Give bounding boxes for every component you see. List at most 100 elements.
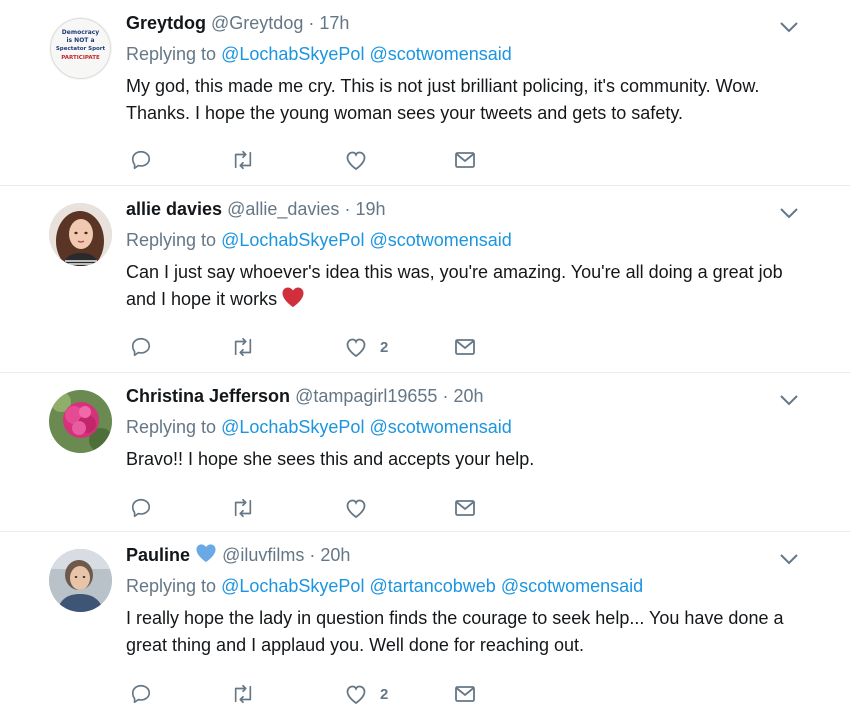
badge-line4: PARTICIPATE [61,55,100,61]
mention-link[interactable]: @LochabSkyePol [221,576,364,596]
retweet-button[interactable] [230,496,256,520]
blue-heart-emoji-icon [196,544,216,563]
like-button[interactable]: 2 [344,682,388,706]
replying-to: Replying to @LochabSkyePol @scotwomensai… [126,414,790,440]
replying-label: Replying to [126,576,217,596]
like-count: 2 [380,685,389,703]
separator-dot: · [308,13,315,33]
separator-dot: · [344,199,351,219]
reply-button[interactable] [130,148,152,172]
reply-icon [131,337,151,357]
like-count: 2 [380,338,389,356]
heart-icon [346,151,366,171]
mention-link[interactable]: @scotwomensaid [369,417,511,437]
mention-link[interactable]: @scotwomensaid [369,230,511,250]
avatar[interactable] [49,203,112,266]
chevron-down-icon[interactable] [779,206,799,220]
avatar[interactable] [49,549,112,612]
tweet-header: Greytdog @Greytdog · 17h [126,10,790,36]
direct-message-button[interactable] [454,148,476,172]
retweet-icon [234,337,252,357]
tweet-header: Pauline @iluvfilms · 20h [126,542,790,568]
user-name[interactable]: allie davies [126,199,222,219]
tweet-text: Can I just say whoever's idea this was, … [126,259,790,313]
tweet[interactable]: Democracy is NOT a Spectator Sport PARTI… [0,0,850,186]
red-heart-emoji-icon [282,287,304,307]
tweet[interactable]: Christina Jefferson @tampagirl19655 · 20… [0,373,850,532]
chevron-down-icon[interactable] [779,393,799,407]
badge-line2: is NOT a [66,37,94,44]
tweet-text: My god, this made me cry. This is not ju… [126,76,760,123]
retweet-icon [234,684,252,704]
direct-message-button[interactable] [454,496,476,520]
timestamp[interactable]: 19h [355,199,385,219]
tweet-header: Christina Jefferson @tampagirl19655 · 20… [126,383,790,409]
avatar[interactable] [49,390,112,453]
timestamp[interactable]: 17h [319,13,349,33]
reply-icon [131,150,151,170]
envelope-icon [455,339,475,355]
like-button[interactable] [344,496,380,520]
tweet[interactable]: Pauline @iluvfilms · 20h Replying to @Lo… [0,532,850,717]
reply-button[interactable] [130,682,152,706]
tweet-header: allie davies @allie_davies · 19h [126,196,790,222]
chevron-down-icon[interactable] [779,552,799,566]
timestamp[interactable]: 20h [453,386,483,406]
direct-message-button[interactable] [454,682,476,706]
tweet-content: allie davies @allie_davies · 19h Replyin… [126,196,790,313]
user-handle[interactable]: @tampagirl19655 [295,386,437,406]
avatar[interactable]: Democracy is NOT a Spectator Sport PARTI… [49,17,112,80]
avatar-photo [49,390,112,453]
user-name[interactable]: Christina Jefferson [126,386,290,406]
user-name[interactable]: Greytdog [126,13,206,33]
mention-link[interactable]: @LochabSkyePol [221,230,364,250]
direct-message-button[interactable] [454,335,476,359]
replying-label: Replying to [126,44,217,64]
mention-link[interactable]: @tartancobweb [369,576,495,596]
replies-feed: Democracy is NOT a Spectator Sport PARTI… [0,0,850,717]
mention-link[interactable]: @scotwomensaid [501,576,643,596]
retweet-button[interactable] [230,335,256,359]
retweet-button[interactable] [230,148,256,172]
chevron-down-icon[interactable] [779,20,799,34]
mention-link[interactable]: @LochabSkyePol [221,417,364,437]
heart-icon [346,338,366,358]
tweet-content: Greytdog @Greytdog · 17h Replying to @Lo… [126,10,790,127]
mention-link[interactable]: @LochabSkyePol [221,44,364,64]
tweet-text: Bravo!! I hope she sees this and accepts… [126,449,535,469]
badge-line1: Democracy [62,29,100,36]
user-handle[interactable]: @Greytdog [211,13,303,33]
replying-label: Replying to [126,230,217,250]
timestamp[interactable]: 20h [320,545,350,565]
tweet-text-body: Can I just say whoever's idea this was, … [126,262,783,309]
reply-icon [131,498,151,518]
heart-icon [346,685,366,705]
retweet-button[interactable] [230,682,256,706]
separator-dot: · [442,386,449,406]
mention-link[interactable]: @scotwomensaid [369,44,511,64]
reply-button[interactable] [130,496,152,520]
envelope-icon [455,500,475,516]
separator-dot: · [309,545,316,565]
like-button[interactable]: 2 [344,335,388,359]
badge-line3: Spectator Sport [56,46,106,52]
envelope-icon [455,686,475,702]
reply-button[interactable] [130,335,152,359]
retweet-icon [234,150,252,170]
heart-icon [346,499,366,519]
replying-to: Replying to @LochabSkyePol @tartancobweb… [126,573,790,599]
user-handle[interactable]: @allie_davies [227,199,339,219]
user-handle[interactable]: @iluvfilms [222,545,304,565]
replying-to: Replying to @LochabSkyePol @scotwomensai… [126,41,790,67]
reply-icon [131,684,151,704]
user-name[interactable]: Pauline [126,545,190,565]
replying-to: Replying to @LochabSkyePol @scotwomensai… [126,227,790,253]
like-button[interactable] [344,148,380,172]
avatar-photo [49,549,112,612]
retweet-icon [234,498,252,518]
tweet-content: Pauline @iluvfilms · 20h Replying to @Lo… [126,542,790,659]
tweet[interactable]: allie davies @allie_davies · 19h Replyin… [0,186,850,373]
tweet-text: I really hope the lady in question finds… [126,608,784,655]
replying-label: Replying to [126,417,217,437]
avatar-photo [49,203,112,266]
